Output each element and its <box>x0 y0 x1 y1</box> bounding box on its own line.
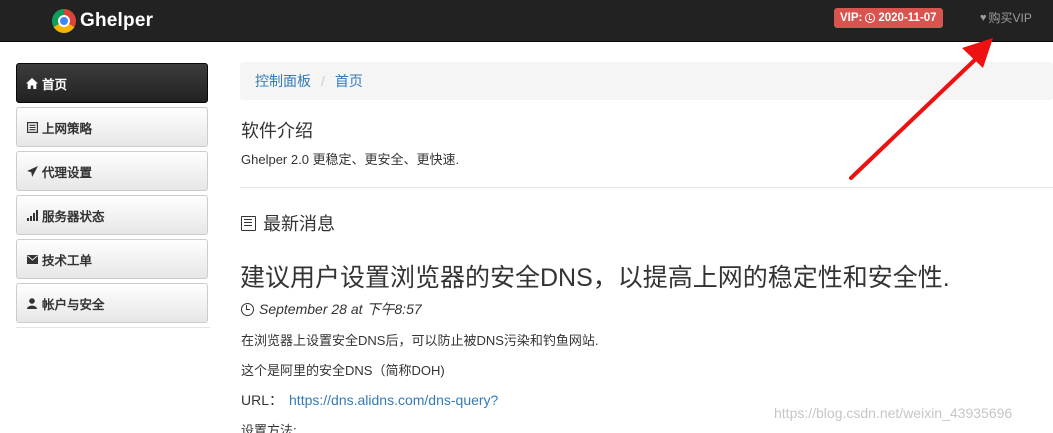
breadcrumb-dashboard[interactable]: 控制面板 <box>255 71 311 91</box>
section-divider <box>240 187 1053 188</box>
intro-title: 软件介绍 <box>241 121 313 141</box>
sidebar-item-tickets[interactable]: 技术工单 <box>16 239 208 279</box>
ghelper-logo-icon <box>52 9 76 33</box>
breadcrumb-home[interactable]: 首页 <box>335 71 363 91</box>
top-navbar: Ghelper VIP: 2020-11-07 ♥ 购买VIP <box>0 0 1053 42</box>
heart-icon: ♥ <box>980 11 987 24</box>
buy-vip-link[interactable]: ♥ 购买VIP <box>980 9 1032 26</box>
breadcrumb: 控制面板 / 首页 <box>240 62 1053 100</box>
sidebar-item-label: 首页 <box>42 77 68 92</box>
sidebar-item-policy[interactable]: 上网策略 <box>16 107 208 147</box>
news-heading-text: 最新消息 <box>263 214 335 234</box>
post-paragraph: 这个是阿里的安全DNS（简称DOH) <box>241 363 445 378</box>
vip-expiry-text: VIP: 2020-11-07 <box>840 12 937 24</box>
post-paragraph: 在浏览器上设置安全DNS后，可以防止被DNS污染和钓鱼网站. <box>241 333 599 348</box>
sidebar-item-proxy[interactable]: 代理设置 <box>16 151 208 191</box>
sidebar-item-account[interactable]: 帐户与安全 <box>16 283 208 323</box>
breadcrumb-separator: / <box>321 73 325 89</box>
sidebar-item-home[interactable]: 首页 <box>16 63 208 103</box>
home-icon <box>26 77 38 89</box>
clock-icon <box>865 13 876 23</box>
post-title: 建议用户设置浏览器的安全DNS，以提高上网的稳定性和安全性. <box>240 264 950 292</box>
signal-icon <box>26 209 38 221</box>
sidebar-item-label: 帐户与安全 <box>42 297 105 312</box>
send-icon <box>26 165 38 177</box>
buy-vip-label: 购买VIP <box>988 11 1032 25</box>
sidebar-item-label: 代理设置 <box>42 165 93 180</box>
post-date: September 28 at 下午8:57 <box>259 301 422 317</box>
post-url-label: URL： <box>241 392 284 408</box>
sidebar-item-label: 技术工单 <box>42 253 93 268</box>
list-icon <box>26 121 38 133</box>
brand-link[interactable]: Ghelper <box>52 9 153 33</box>
post-meta: September 28 at 下午8:57 <box>241 299 422 319</box>
user-icon <box>26 297 38 309</box>
sidebar-item-server-status[interactable]: 服务器状态 <box>16 195 208 235</box>
brand-name: Ghelper <box>80 10 154 31</box>
post-url-link[interactable]: https://dns.alidns.com/dns-query? <box>289 392 498 408</box>
vip-expiry-badge: VIP: 2020-11-07 <box>834 8 943 28</box>
clock-icon <box>241 302 254 316</box>
list-alt-icon <box>241 215 256 231</box>
watermark-text: https://blog.csdn.net/weixin_43935696 <box>774 405 1013 421</box>
intro-text: Ghelper 2.0 更稳定、更安全、更快速. <box>241 152 460 167</box>
envelope-icon <box>26 254 38 264</box>
sidebar-nav: 首页 上网策略 代理设置 服务器状态 技术工单 帐户与安全 <box>16 63 210 328</box>
news-heading: 最新消息 <box>241 210 335 236</box>
sidebar-divider <box>16 327 210 328</box>
post-url-line: URL： https://dns.alidns.com/dns-query? <box>241 390 498 410</box>
post-paragraph: 设置方法: <box>241 423 297 433</box>
sidebar-item-label: 服务器状态 <box>42 209 105 224</box>
sidebar-item-label: 上网策略 <box>42 121 93 136</box>
